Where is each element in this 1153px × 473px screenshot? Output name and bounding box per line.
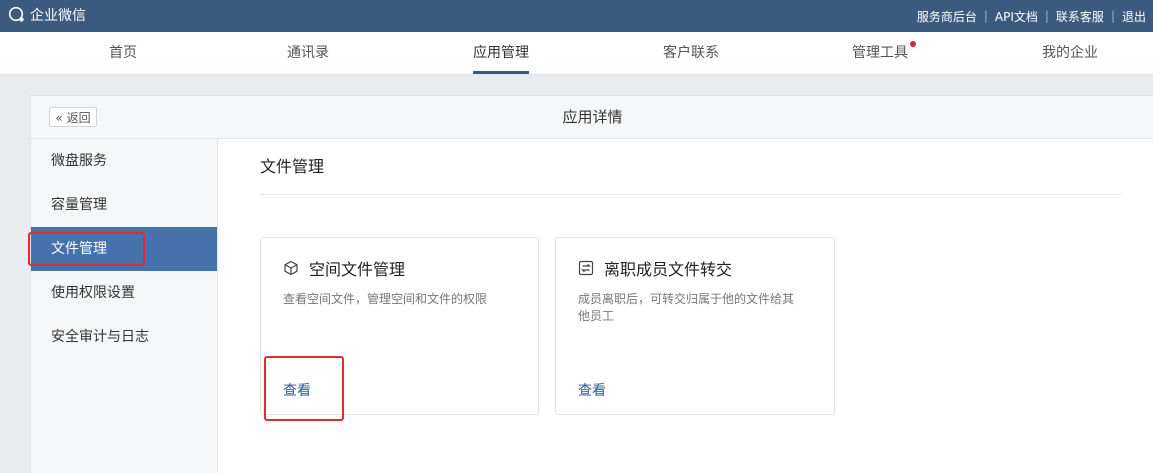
card-header: 空间文件管理 [283,256,405,280]
card-description-line: 成员离职后，可转交归属于他的文件给其 [578,292,795,306]
tab-admin-tools[interactable]: 管理工具 [852,32,916,74]
link-api-docs[interactable]: API文档 [988,8,1045,25]
link-contact-support[interactable]: 联系客服 [1049,8,1111,25]
sidebar-item-label: 安全审计与日志 [51,329,149,345]
panel-header: 应用详情 « 返回 [31,96,1153,139]
page-title: 应用详情 [562,108,623,126]
card-departed-member-transfer[interactable]: 离职成员文件转交 成员离职后，可转交归属于他的文件给其 他员工 查看 [555,237,835,415]
tab-app-management[interactable]: 应用管理 [473,32,529,74]
link-logout[interactable]: 退出 [1115,8,1153,25]
tab-label: 管理工具 [852,45,908,61]
tab-label: 我的企业 [1042,45,1098,61]
tab-home[interactable]: 首页 [109,32,137,74]
notification-dot [910,41,916,47]
tab-label: 客户联系 [663,45,719,61]
view-link[interactable]: 查看 [578,380,606,400]
transfer-icon [578,260,594,276]
sidebar-item-capacity[interactable]: 容量管理 [31,183,217,227]
sidebar-item-label: 使用权限设置 [51,285,135,301]
divider [260,194,1122,195]
card-description-line: 他员工 [578,309,615,323]
sidebar-item-drive-service[interactable]: 微盘服务 [31,139,217,183]
app-detail-panel: 应用详情 « 返回 微盘服务 容量管理 文件管理 使用权限设置 安全审计与日志 … [28,95,1153,473]
sidebar-item-audit-log[interactable]: 安全审计与日志 [31,315,217,359]
cube-icon [283,260,299,276]
brand-name: 企业微信 [30,8,86,24]
tab-contacts[interactable]: 通讯录 [287,32,329,74]
sidebar-item-file-management[interactable]: 文件管理 [28,227,217,271]
tab-label: 首页 [109,45,137,61]
tab-customer-contact[interactable]: 客户联系 [663,32,719,74]
top-bar: 企业微信 服务商后台 | API文档 | 联系客服 | 退出 [0,0,1153,32]
sidebar-item-permissions[interactable]: 使用权限设置 [31,271,217,315]
card-description: 成员离职后，可转交归属于他的文件给其 他员工 [578,291,794,325]
tab-my-company[interactable]: 我的企业 [1042,32,1098,74]
card-description-line: 查看空间文件，管理空间和文件的权限 [283,292,488,306]
brand-logo[interactable]: 企业微信 [8,5,86,25]
card-header: 离职成员文件转交 [578,256,732,280]
section-title: 文件管理 [260,157,325,176]
highlight-box [28,232,145,266]
card-description: 查看空间文件，管理空间和文件的权限 [283,291,487,308]
sidebar: 微盘服务 容量管理 文件管理 使用权限设置 安全审计与日志 [28,139,218,473]
tab-label: 应用管理 [473,45,529,61]
top-links: 服务商后台 | API文档 | 联系客服 | 退出 [910,0,1153,32]
card-title: 离职成员文件转交 [604,260,733,279]
back-button[interactable]: « 返回 [49,107,97,127]
sidebar-item-label: 微盘服务 [51,153,107,169]
link-partner-console[interactable]: 服务商后台 [910,8,984,25]
active-tab-indicator [473,71,529,74]
highlight-box [264,356,344,421]
main-nav: 首页 通讯录 应用管理 客户联系 管理工具 我的企业 [0,32,1153,75]
card-title: 空间文件管理 [309,260,406,279]
sidebar-item-label: 容量管理 [51,197,107,213]
wecom-logo-icon [8,6,26,24]
tab-label: 通讯录 [287,45,329,61]
